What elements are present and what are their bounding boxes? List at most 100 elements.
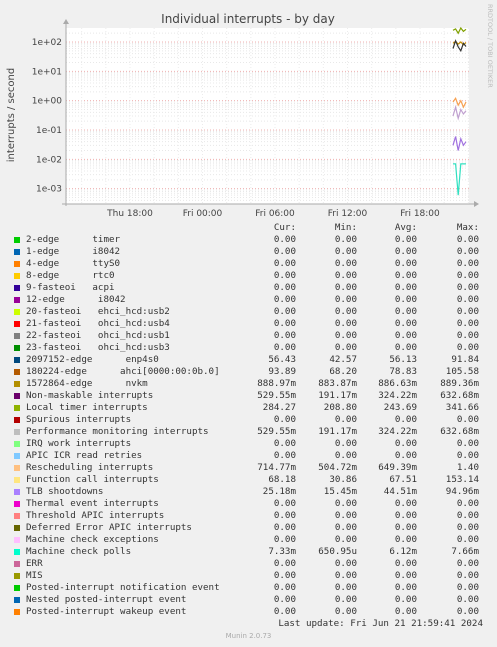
legend-min-value: 0.00 [334,234,357,245]
legend-cur-value: 68.18 [268,474,296,485]
legend-max-value: 0.00 [456,498,479,509]
y-tick-label: 1e-03 [36,185,62,195]
legend-swatch [14,561,20,567]
legend-min-value: 0.00 [334,582,357,593]
legend-swatch [14,393,20,399]
legend-min-value: 68.20 [329,366,357,377]
legend-row: Posted-interrupt notification event 0.00 0… [12,582,492,594]
legend-rows: 2-edge timer 0.00 0.00 0.00 0.00 1-edge i8042… [12,234,492,618]
legend-name: Performance monitoring interrupts [26,426,209,437]
last-update: Last update: Fri Jun 21 21:59:41 2024 [278,618,483,629]
legend-swatch [14,273,20,279]
legend-avg-value: 44.51m [383,486,417,497]
munin-version: Munin 2.0.73 [225,632,272,640]
legend-avg-value: 0.00 [394,558,417,569]
legend-cur-value: 0.00 [273,582,296,593]
chart-title: Individual interrupts - by day [161,12,335,26]
legend-cur-value: 93.89 [268,366,296,377]
legend-max-value: 0.00 [456,342,479,353]
legend-row: 9-fasteoi acpi 0.00 0.00 0.00 0.00 [12,282,492,294]
legend-min-value: 30.86 [329,474,357,485]
legend-max-value: 0.00 [456,522,479,533]
legend-max-value: 0.00 [456,414,479,425]
legend-avg-value: 0.00 [394,606,417,617]
legend-max-value: 0.00 [456,234,479,245]
legend-min-value: 191.17m [318,390,357,401]
legend-max-value: 0.00 [456,330,479,341]
legend-max-value: 94.96m [445,486,479,497]
legend-avg-value: 0.00 [394,438,417,449]
legend-avg-value: 0.00 [394,270,417,281]
legend-avg-value: 0.00 [394,246,417,257]
legend-swatch [14,345,20,351]
y-tick-label: 1e-01 [36,126,62,136]
legend-name: Local timer interrupts [26,402,148,413]
legend-cur-value: 0.00 [273,282,296,293]
legend-table: Cur: Min: Avg: Max: 2-edge timer 0.00 0.00… [12,222,492,618]
legend-avg-value: 0.00 [394,414,417,425]
legend-swatch [14,573,20,579]
legend-swatch [14,477,20,483]
legend-swatch [14,309,20,315]
legend-max-value: 0.00 [456,450,479,461]
legend-avg-value: 243.69 [383,402,417,413]
legend-cur-value: 0.00 [273,342,296,353]
y-tick-label: 1e+02 [32,38,62,48]
legend-max-value: 632.68m [440,390,479,401]
legend-max-value: 7.66m [451,546,479,557]
legend-max-value: 0.00 [456,294,479,305]
legend-min-value: 504.72m [318,462,357,473]
legend-min-value: 0.00 [334,594,357,605]
legend-min-value: 0.00 [334,510,357,521]
legend-cur-value: 0.00 [273,246,296,257]
legend-max-value: 632.68m [440,426,479,437]
legend-row: 22-fasteoi ohci_hcd:usb1 0.00 0.00 0.00 0.00 [12,330,492,342]
legend-min-value: 0.00 [334,570,357,581]
legend-row: 20-fasteoi ehci_hcd:usb2 0.00 0.00 0.00 0.00 [12,306,492,318]
legend-name: 4-edge ttyS0 [26,258,121,269]
legend-min-value: 0.00 [334,522,357,533]
x-tick-label: Fri 00:00 [183,209,223,219]
legend-row: MIS 0.00 0.00 0.00 0.00 [12,570,492,582]
legend-min-value: 0.00 [334,318,357,329]
legend-name: 1-edge i8042 [26,246,121,257]
legend-cur-value: 0.00 [273,414,296,425]
legend-avg-value: 0.00 [394,282,417,293]
legend-row: 1572864-edge nvkm 888.97m 883.87m 886.63m 88… [12,378,492,390]
chart: Individual interrupts - by day interrupt… [6,12,479,219]
header-max: Max: [456,222,479,233]
legend-min-value: 42.57 [329,354,357,365]
header-min: Min: [334,222,357,233]
legend-swatch [14,369,20,375]
legend-name: 180224-edge ahci[0000:00:0b.0] [26,366,220,377]
legend-name: 22-fasteoi ohci_hcd:usb1 [26,330,170,341]
legend-row: 8-edge rtc0 0.00 0.00 0.00 0.00 [12,270,492,282]
legend-cur-value: 0.00 [273,570,296,581]
legend-avg-value: 0.00 [394,342,417,353]
legend-min-value: 0.00 [334,306,357,317]
legend-swatch [14,261,20,267]
legend-name: Rescheduling interrupts [26,462,154,473]
legend-header: Cur: Min: Avg: Max: [12,222,492,234]
legend-max-value: 889.36m [440,378,479,389]
legend-cur-value: 7.33m [268,546,296,557]
header-cur: Cur: [273,222,296,233]
legend-row: Performance monitoring interrupts 529.55m… [12,426,492,438]
legend-avg-value: 0.00 [394,234,417,245]
legend-cur-value: 0.00 [273,498,296,509]
legend-name: Nested posted-interrupt event [26,594,187,605]
legend-row: Non-maskable interrupts 529.55m 191.17m 324… [12,390,492,402]
legend-row: Machine check polls 7.33m 650.95u 6.12m 7.66… [12,546,492,558]
x-axis-arrow [474,201,479,207]
legend-max-value: 0.00 [456,306,479,317]
legend-name: Threshold APIC interrupts [26,510,165,521]
legend-cur-value: 0.00 [273,438,296,449]
legend-name: 12-edge i8042 [26,294,126,305]
legend-name: Machine check exceptions [26,534,159,545]
legend-row: Nested posted-interrupt event 0.00 0.00 0.0… [12,594,492,606]
legend-row: Posted-interrupt wakeup event 0.00 0.00 0.0… [12,606,492,618]
x-tick-label: Fri 06:00 [255,209,295,219]
legend-avg-value: 0.00 [394,450,417,461]
legend-name: Function call interrupts [26,474,159,485]
legend-row: 2097152-edge enp4s0 56.43 42.57 56.13 91.84 [12,354,492,366]
